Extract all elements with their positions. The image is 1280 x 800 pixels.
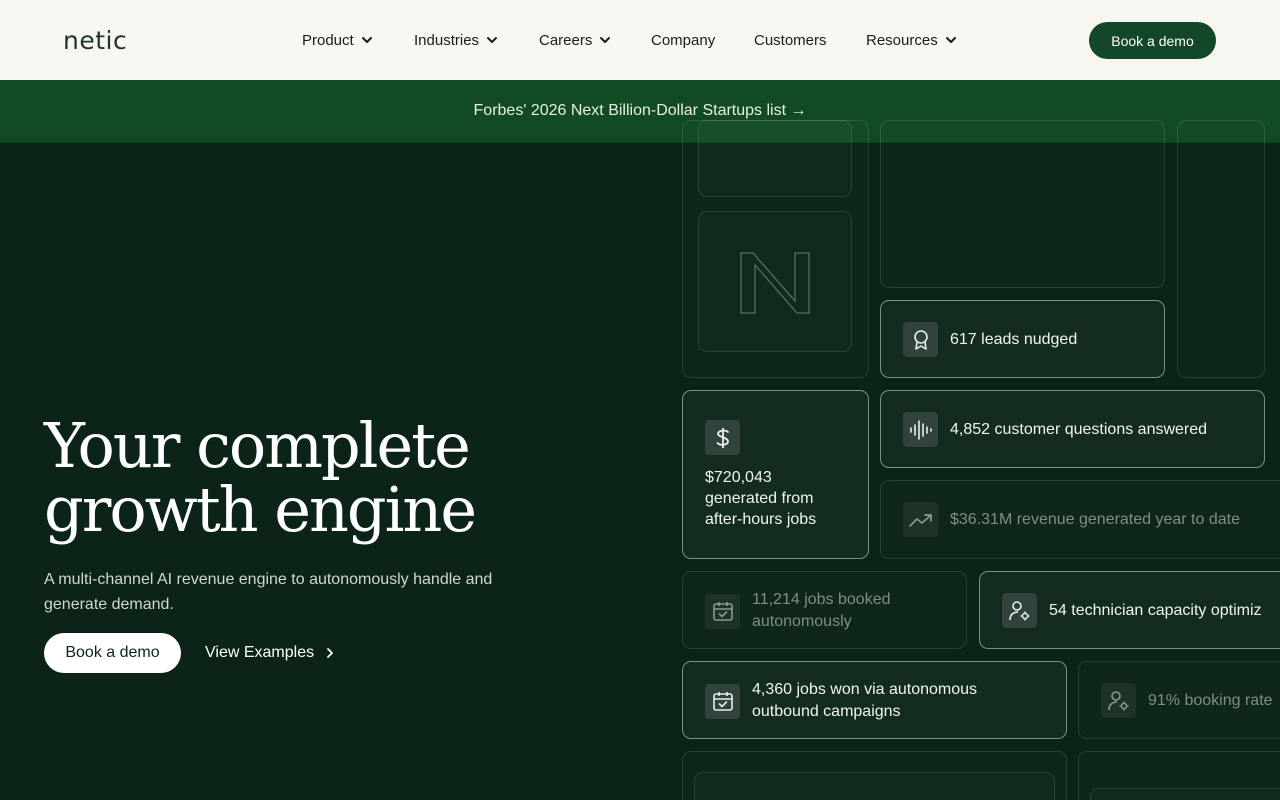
nav-careers[interactable]: Careers xyxy=(539,30,612,50)
announcement-text: Forbes' 2026 Next Billion-Dollar Startup… xyxy=(473,102,807,119)
chevron-down-icon xyxy=(361,37,372,43)
image-tile xyxy=(880,120,1165,288)
site-header: netic Product Industries Careers Company… xyxy=(0,0,1280,80)
audio-waveform-icon xyxy=(903,412,938,447)
hero-title-line-1: Your complete xyxy=(44,409,471,482)
chevron-down-icon xyxy=(600,37,611,43)
chevron-down-icon xyxy=(945,37,956,43)
hero-book-demo-button[interactable]: Book a demo xyxy=(44,633,181,673)
nav-customers[interactable]: Customers xyxy=(754,30,827,50)
technician-card: 54 technician capacity optimiz xyxy=(979,571,1280,649)
revenue-text: $36.31M revenue generated year to date xyxy=(950,510,1240,528)
after-hours-card: $720,043 generated from after-hours jobs xyxy=(682,390,869,559)
technician-text: 54 technician capacity optimiz xyxy=(1049,601,1262,619)
nav-industries-label: Industries xyxy=(414,31,480,49)
nav-resources-label: Resources xyxy=(866,31,938,49)
chevron-down-icon xyxy=(487,37,498,43)
calendar-check-icon xyxy=(705,683,740,719)
user-gear-icon xyxy=(1002,593,1037,628)
view-examples-link[interactable]: View Examples xyxy=(205,640,336,666)
booking-rate-text: 91% booking rate xyxy=(1148,691,1273,709)
booking-rate-card: 91% booking rate xyxy=(1078,661,1280,739)
hero-subtitle: A multi-channel AI revenue engine to aut… xyxy=(44,571,493,613)
jobs-won-card: 4,360 jobs won via autonomous outbound c… xyxy=(682,661,1067,739)
award-ribbon-icon xyxy=(903,322,938,357)
jobs-booked-card: 11,214 jobs booked autonomously xyxy=(682,571,967,649)
logo-tile-n xyxy=(698,211,852,352)
nav-company-label: Company xyxy=(651,31,716,49)
jobs-booked-text: 11,214 jobs booked autonomously xyxy=(752,591,891,630)
trending-up-icon xyxy=(903,502,938,537)
bottom-card-right-inner xyxy=(1090,788,1280,800)
nav-resources[interactable]: Resources xyxy=(866,30,958,50)
jobs-won-stat: 4,360 jobs won via autonomous outbound c… xyxy=(705,679,1022,723)
logo-tile-top xyxy=(698,120,852,197)
after-hours-text: $720,043 generated from after-hours jobs xyxy=(705,469,817,528)
revenue-card: $36.31M revenue generated year to date xyxy=(880,480,1280,559)
leads-text: 617 leads nudged xyxy=(950,330,1078,348)
nav-careers-label: Careers xyxy=(539,31,593,49)
revenue-stat: $36.31M revenue generated year to date xyxy=(903,502,1240,537)
nav-company[interactable]: Company xyxy=(651,30,715,50)
nav-product-label: Product xyxy=(302,31,354,49)
user-gear-icon xyxy=(1101,683,1136,718)
booking-rate-stat: 91% booking rate xyxy=(1101,683,1273,718)
leads-card: 617 leads nudged xyxy=(880,300,1165,378)
dollar-icon xyxy=(705,420,740,455)
leads-stat: 617 leads nudged xyxy=(903,322,1077,357)
view-examples-label: View Examples xyxy=(205,644,315,661)
nav-customers-label: Customers xyxy=(754,31,827,49)
nav-product[interactable]: Product xyxy=(302,30,374,50)
hero-title-line-2: growth engine xyxy=(44,473,477,546)
hero-title: Your complete growth engine xyxy=(44,414,664,542)
edge-tile xyxy=(1177,120,1265,378)
netic-logo[interactable]: netic xyxy=(63,26,127,55)
jobs-won-text: 4,360 jobs won via autonomous outbound c… xyxy=(752,681,978,720)
header-book-demo-button[interactable]: Book a demo xyxy=(1089,22,1216,59)
questions-card: 4,852 customer questions answered xyxy=(880,390,1265,468)
chevron-right-icon xyxy=(327,648,333,658)
n-letter-icon xyxy=(740,251,810,314)
technician-stat: 54 technician capacity optimiz xyxy=(1002,593,1262,628)
calendar-check-icon xyxy=(705,593,740,629)
jobs-booked-stat: 11,214 jobs booked autonomously xyxy=(705,589,922,633)
nav-industries[interactable]: Industries xyxy=(414,30,499,50)
questions-stat: 4,852 customer questions answered xyxy=(903,412,1207,447)
bottom-card-left-inner xyxy=(694,772,1055,800)
questions-text: 4,852 customer questions answered xyxy=(950,420,1208,438)
